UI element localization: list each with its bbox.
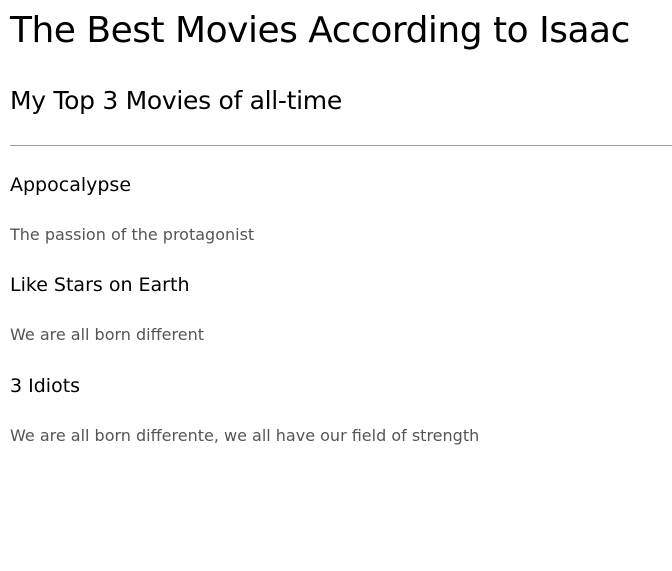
movie-description-3-idiots: We are all born differente, we all have … <box>10 426 480 445</box>
page-title: The Best Movies According to Isaac <box>10 10 630 51</box>
page-subtitle: My Top 3 Movies of all-time <box>10 86 342 115</box>
section-divider <box>10 145 672 146</box>
movie-description-appocalypse: The passion of the protagonist <box>10 225 255 244</box>
movie-title-appocalypse: Appocalypse <box>10 174 132 196</box>
movie-title-like-stars-on-earth: Like Stars on Earth <box>10 274 190 296</box>
movie-title-3-idiots: 3 Idiots <box>10 375 81 397</box>
movie-description-like-stars-on-earth: We are all born different <box>10 325 204 344</box>
